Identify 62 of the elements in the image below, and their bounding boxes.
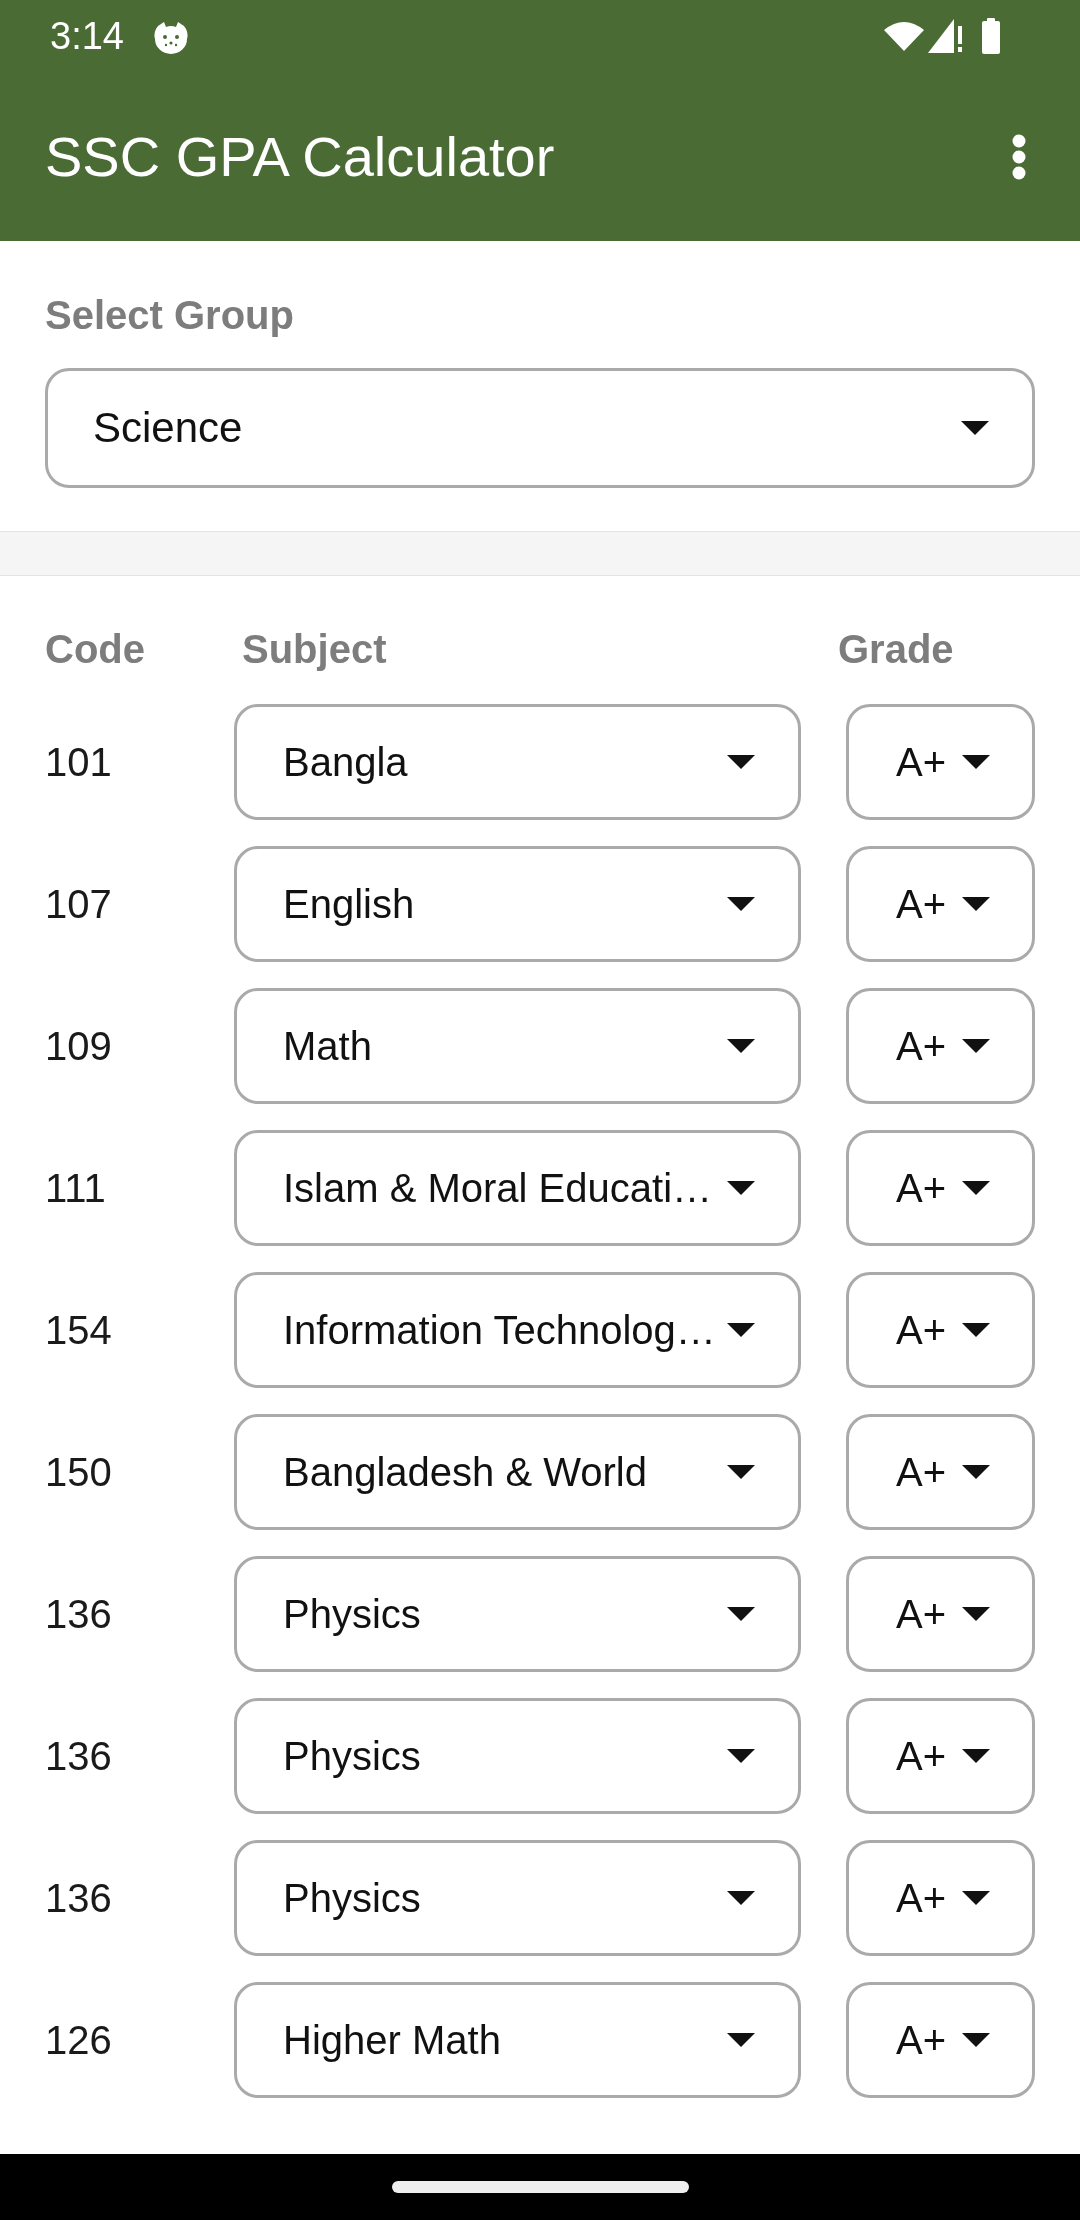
subject-code: 111 xyxy=(45,1165,106,1211)
app-title: SSC GPA Calculator xyxy=(45,123,555,190)
subject-code: 154 xyxy=(45,1307,112,1353)
subject-code: 136 xyxy=(45,1875,112,1921)
subject-dropdown[interactable]: Information Technolog… xyxy=(234,1272,801,1388)
caret-icon xyxy=(727,1891,755,1905)
grade-dropdown[interactable]: A+ xyxy=(846,846,1035,962)
caret-icon xyxy=(727,1607,755,1621)
grade-dropdown[interactable]: A+ xyxy=(846,704,1035,820)
subject-dropdown[interactable]: Math xyxy=(234,988,801,1104)
grade-dropdown[interactable]: A+ xyxy=(846,1556,1035,1672)
column-header: Subject xyxy=(242,626,387,673)
caret-icon xyxy=(962,1323,990,1337)
group-dropdown[interactable]: Science xyxy=(45,368,1035,488)
caret-icon xyxy=(962,2033,990,2047)
subject-code: 101 xyxy=(45,739,112,785)
subject-dropdown[interactable]: Bangladesh & World xyxy=(234,1414,801,1530)
caret-icon xyxy=(727,1465,755,1479)
subject-dropdown[interactable]: Higher Math xyxy=(234,1982,801,2098)
subject-dropdown[interactable]: Physics xyxy=(234,1698,801,1814)
status-time: 3:14 xyxy=(50,14,124,58)
subject-dropdown[interactable]: Bangla xyxy=(234,704,801,820)
subject-code: 107 xyxy=(45,881,112,927)
subject-code: 136 xyxy=(45,1733,112,1779)
caret-icon xyxy=(727,1323,755,1337)
caret-icon xyxy=(727,755,755,769)
subject-dropdown[interactable]: Islam & Moral Educati… xyxy=(234,1130,801,1246)
subject-dropdown[interactable]: Physics xyxy=(234,1840,801,1956)
grade-dropdown[interactable]: A+ xyxy=(846,988,1035,1104)
more-options-icon[interactable] xyxy=(1012,133,1026,180)
caret-icon xyxy=(962,1465,990,1479)
caret-icon xyxy=(962,1181,990,1195)
subject-dropdown[interactable]: Physics xyxy=(234,1556,801,1672)
caret-icon xyxy=(727,1181,755,1195)
caret-icon xyxy=(961,421,989,435)
grade-dropdown[interactable]: A+ xyxy=(846,1698,1035,1814)
signal-icon xyxy=(928,19,964,53)
subject-code: 136 xyxy=(45,1591,112,1637)
caret-icon xyxy=(962,897,990,911)
grade-dropdown[interactable]: A+ xyxy=(846,1272,1035,1388)
caret-icon xyxy=(962,755,990,769)
column-header: Code xyxy=(45,626,145,673)
battery-icon xyxy=(982,18,1000,54)
grade-dropdown[interactable]: A+ xyxy=(846,1414,1035,1530)
grade-dropdown[interactable]: A+ xyxy=(846,1982,1035,2098)
grade-dropdown[interactable]: A+ xyxy=(846,1840,1035,1956)
caret-icon xyxy=(962,1749,990,1763)
subject-code: 109 xyxy=(45,1023,112,1069)
caret-icon xyxy=(962,1039,990,1053)
subject-code: 150 xyxy=(45,1449,112,1495)
subject-code: 126 xyxy=(45,2017,112,2063)
wifi-icon xyxy=(884,21,924,51)
field-label: Select Group xyxy=(45,292,294,339)
caret-icon xyxy=(727,897,755,911)
column-header: Grade xyxy=(838,626,954,673)
caret-icon xyxy=(727,2033,755,2047)
subject-dropdown[interactable]: English xyxy=(234,846,801,962)
caret-icon xyxy=(727,1749,755,1763)
caret-icon xyxy=(962,1607,990,1621)
grade-dropdown[interactable]: A+ xyxy=(846,1130,1035,1246)
caret-icon xyxy=(962,1891,990,1905)
caret-icon xyxy=(727,1039,755,1053)
